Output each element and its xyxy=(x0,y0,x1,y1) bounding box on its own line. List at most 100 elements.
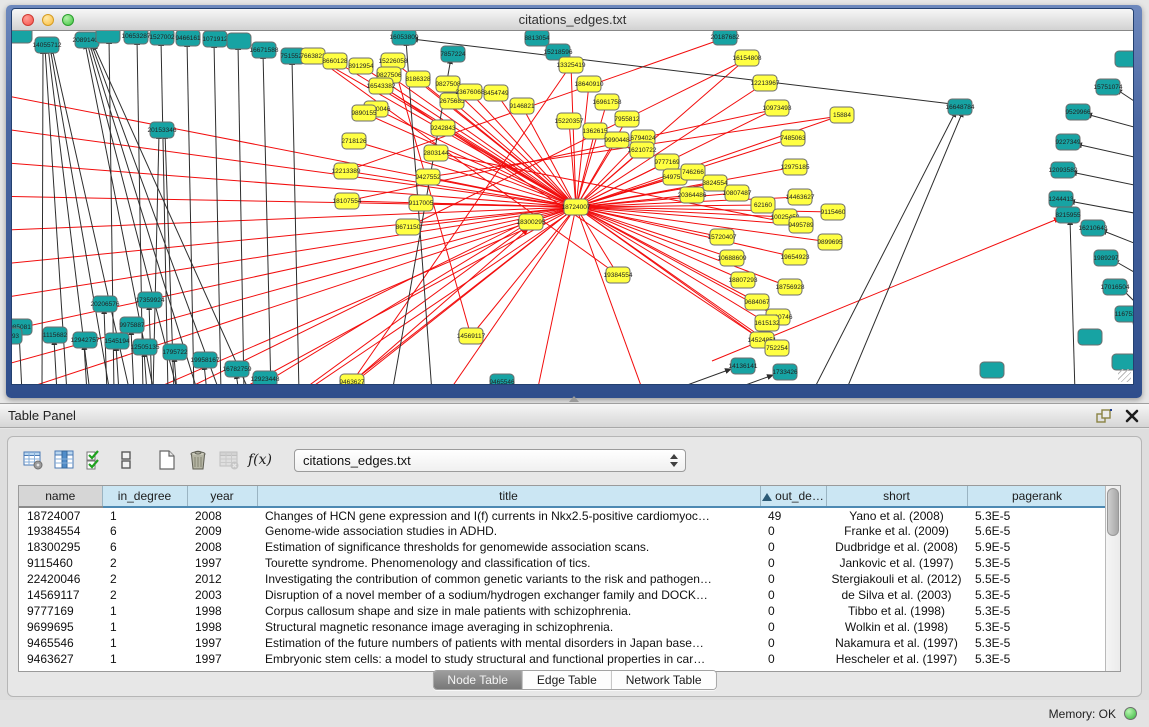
graph-node[interactable] xyxy=(120,317,144,333)
graph-edge[interactable] xyxy=(576,207,795,257)
graph-node[interactable] xyxy=(703,175,727,191)
column-header-out_de[interactable]: out_de… xyxy=(760,486,826,507)
graph-node[interactable] xyxy=(163,344,187,360)
graph-node[interactable] xyxy=(133,339,157,355)
graph-node[interactable] xyxy=(436,76,460,92)
graph-node[interactable] xyxy=(980,362,1004,378)
graph-edge[interactable] xyxy=(131,329,134,384)
table-cell[interactable]: 0 xyxy=(760,587,826,603)
graph-edge[interactable] xyxy=(443,128,576,207)
table-options-button[interactable] xyxy=(20,448,46,472)
function-builder-button[interactable]: f(x) xyxy=(247,448,273,472)
graph-node[interactable] xyxy=(1051,162,1075,178)
graph-edge[interactable] xyxy=(214,42,221,384)
tab-network-table[interactable]: Network Table xyxy=(612,671,716,689)
graph-edge[interactable] xyxy=(1101,230,1133,243)
column-header-in_degree[interactable]: in_degree xyxy=(102,486,187,507)
graph-node[interactable] xyxy=(681,164,705,180)
graph-node[interactable] xyxy=(655,154,679,170)
table-row[interactable]: 946362711997Embryonic stem cells: a mode… xyxy=(19,651,1105,667)
graph-edge[interactable] xyxy=(187,41,194,384)
table-cell[interactable]: 9777169 xyxy=(19,603,102,619)
table-row[interactable]: 1830029562008Estimation of significance … xyxy=(19,539,1105,555)
table-cell[interactable]: 0 xyxy=(760,571,826,587)
graph-node[interactable] xyxy=(713,31,737,45)
table-cell[interactable]: 5.3E-5 xyxy=(967,619,1105,635)
show-columns-button[interactable] xyxy=(51,448,77,472)
table-row[interactable]: 969969511998Structural magnetic resonanc… xyxy=(19,619,1105,635)
graph-edge[interactable] xyxy=(12,207,576,384)
table-cell[interactable]: 5.5E-5 xyxy=(967,571,1105,587)
graph-node[interactable] xyxy=(753,75,777,91)
graph-node[interactable] xyxy=(1096,79,1120,95)
table-cell[interactable]: 1 xyxy=(102,619,187,635)
graph-node[interactable] xyxy=(458,84,482,100)
graph-node[interactable] xyxy=(490,374,514,384)
graph-node[interactable] xyxy=(1056,134,1080,150)
table-cell[interactable]: 2003 xyxy=(187,587,257,603)
graph-node[interactable] xyxy=(342,133,366,149)
graph-node[interactable] xyxy=(559,57,583,73)
table-cell[interactable]: 0 xyxy=(760,603,826,619)
graph-node[interactable] xyxy=(203,31,227,47)
table-cell[interactable]: Wolkin et al. (1998) xyxy=(826,619,967,635)
table-cell[interactable]: 1 xyxy=(102,651,187,667)
graph-node[interactable] xyxy=(519,214,543,230)
table-cell[interactable]: 5.3E-5 xyxy=(967,587,1105,603)
graph-node[interactable] xyxy=(349,58,373,74)
column-header-pagerank[interactable]: pagerank xyxy=(967,486,1105,507)
graph-edge[interactable] xyxy=(571,65,576,207)
table-cell[interactable]: Stergiakouli et al. (2012) xyxy=(826,571,967,587)
table-select-dropdown[interactable]: citations_edges.txt xyxy=(294,449,686,472)
table-cell[interactable]: 5.3E-5 xyxy=(967,555,1105,571)
select-mode-button[interactable] xyxy=(82,448,108,472)
table-cell[interactable]: 9465546 xyxy=(19,635,102,651)
graph-node[interactable] xyxy=(392,31,416,45)
table-cell[interactable]: 2 xyxy=(102,571,187,587)
graph-edge[interactable] xyxy=(12,196,576,207)
graph-node[interactable] xyxy=(1056,207,1080,223)
graph-node[interactable] xyxy=(1103,279,1127,295)
table-cell[interactable]: 1997 xyxy=(187,635,257,651)
graph-node[interactable] xyxy=(1078,329,1102,345)
graph-node[interactable] xyxy=(710,229,734,245)
graph-node[interactable] xyxy=(755,315,779,331)
table-cell[interactable]: 0 xyxy=(760,555,826,571)
table-cell[interactable]: 18724007 xyxy=(19,507,102,523)
column-header-year[interactable]: year xyxy=(187,486,257,507)
table-cell[interactable]: 5.6E-5 xyxy=(967,523,1105,539)
table-row[interactable]: 911546021997Tourette syndrome. Phenomeno… xyxy=(19,555,1105,571)
graph-node[interactable] xyxy=(510,98,534,114)
table-cell[interactable]: Nakamura et al. (1997) xyxy=(826,635,967,651)
graph-node[interactable] xyxy=(731,358,755,374)
graph-node[interactable] xyxy=(745,294,769,310)
graph-node[interactable] xyxy=(606,267,630,283)
graph-node[interactable] xyxy=(735,50,759,66)
graph-node[interactable] xyxy=(781,130,805,146)
column-header-name[interactable]: name xyxy=(19,486,102,507)
graph-node[interactable] xyxy=(252,42,276,58)
graph-node[interactable] xyxy=(124,31,148,44)
graph-node[interactable] xyxy=(334,163,358,179)
tab-node-table[interactable]: Node Table xyxy=(433,671,523,689)
table-scrollbar[interactable] xyxy=(1105,486,1120,671)
graph-edge[interactable] xyxy=(657,369,731,384)
table-cell[interactable]: 1 xyxy=(102,635,187,651)
table-cell[interactable]: 2 xyxy=(102,587,187,603)
graph-edge[interactable] xyxy=(263,53,271,384)
close-panel-icon[interactable] xyxy=(1123,408,1141,424)
graph-node[interactable] xyxy=(12,328,22,344)
table-cell[interactable]: 0 xyxy=(760,635,826,651)
graph-node[interactable] xyxy=(1081,220,1105,236)
graph-edge[interactable] xyxy=(707,375,773,384)
column-header-title[interactable]: title xyxy=(257,486,760,507)
graph-node[interactable] xyxy=(73,332,97,348)
graph-node[interactable] xyxy=(43,327,67,343)
graph-node[interactable] xyxy=(1115,51,1133,67)
graph-edge[interactable] xyxy=(312,207,576,384)
table-cell[interactable]: 1 xyxy=(102,603,187,619)
table-cell[interactable]: 0 xyxy=(760,651,826,667)
graph-edge[interactable] xyxy=(317,229,528,384)
table-cell[interactable]: 19384554 xyxy=(19,523,102,539)
table-cell[interactable]: Yano et al. (2008) xyxy=(826,507,967,523)
